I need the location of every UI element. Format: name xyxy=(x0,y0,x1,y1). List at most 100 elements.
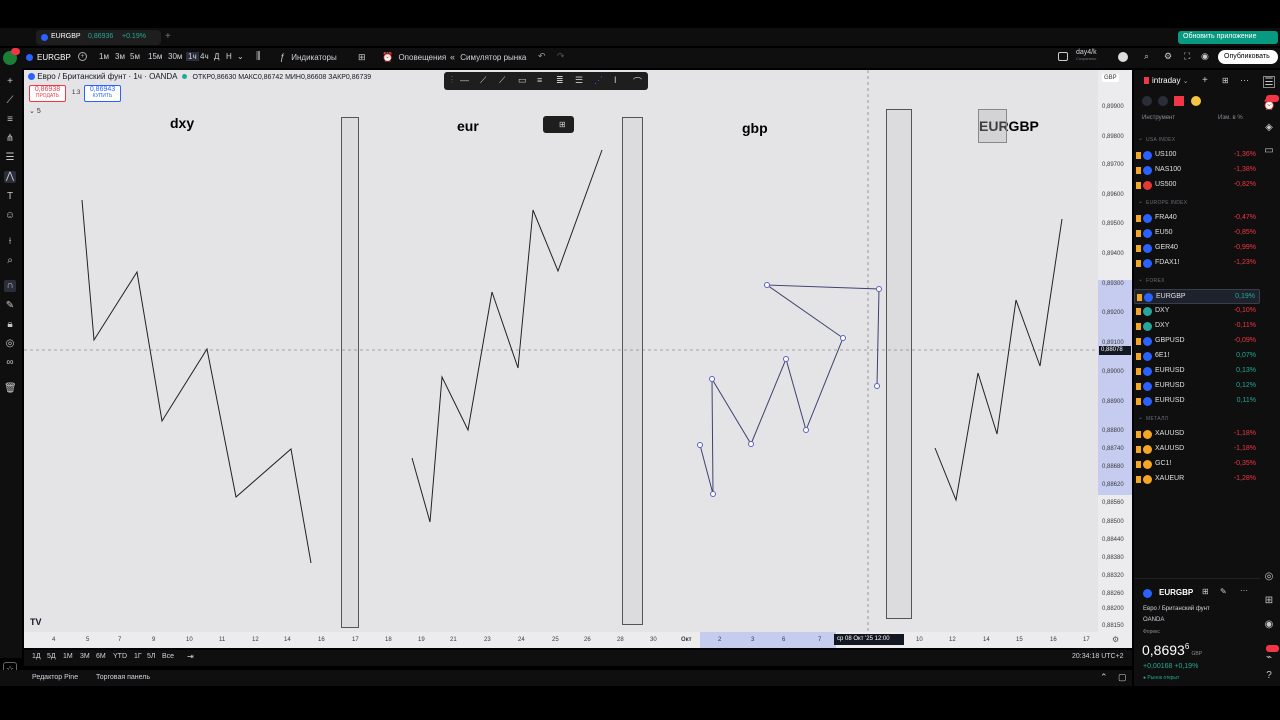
goto-date-icon[interactable]: ⇥ xyxy=(187,652,194,661)
watchlist-row[interactable]: GC1! -0,35% xyxy=(1134,457,1260,472)
bookmark-flag-icon[interactable] xyxy=(1137,294,1142,301)
watchlist-icon[interactable]: ☰ xyxy=(1263,76,1275,88)
watchlist-selector[interactable]: intraday ⌄ xyxy=(1152,76,1189,85)
bookmark-flag-icon[interactable] xyxy=(1136,353,1141,360)
watchlist-row[interactable]: XAUUSD -1,18% xyxy=(1134,442,1260,457)
bookmark-flag-icon[interactable] xyxy=(1136,182,1141,189)
bookmark-flag-icon[interactable] xyxy=(1136,167,1141,174)
watchlist-row[interactable]: XAUEUR -1,28% xyxy=(1134,472,1260,487)
range-8[interactable]: Все xyxy=(162,653,174,660)
watchlist-row[interactable]: EU50 -0,85% xyxy=(1134,226,1260,241)
bookmark-flag-icon[interactable] xyxy=(1136,338,1141,345)
range-6[interactable]: 1Г xyxy=(134,653,142,660)
filter-s-icon[interactable] xyxy=(1142,96,1152,106)
time-tick: 17 xyxy=(1083,637,1090,643)
time-tick: 10 xyxy=(916,637,923,643)
bookmark-flag-icon[interactable] xyxy=(1136,446,1141,453)
watchlist-row[interactable]: DXY -0,11% xyxy=(1134,319,1260,334)
chevron-down-icon[interactable]: ⌄ xyxy=(1138,276,1143,283)
axis-settings-icon[interactable]: ⚙ xyxy=(1112,635,1119,644)
column-change[interactable]: Изм. в % xyxy=(1218,115,1243,121)
bookmark-flag-icon[interactable] xyxy=(1136,308,1141,315)
bookmark-flag-icon[interactable] xyxy=(1136,245,1141,252)
watchlist-row[interactable]: US500 -0,82% xyxy=(1134,178,1260,193)
bookmark-flag-icon[interactable] xyxy=(1136,431,1141,438)
trading-panel-tab[interactable]: Торговая панель xyxy=(96,674,150,681)
watchlist-change: -0,11% xyxy=(1234,322,1256,329)
range-5[interactable]: YTD xyxy=(113,653,127,660)
bookmark-flag-icon[interactable] xyxy=(1136,398,1141,405)
drawings-layer[interactable] xyxy=(0,0,1280,720)
watchlist-row[interactable]: EURGBP 0,19% xyxy=(1134,289,1260,304)
details-price-main: 0,8693 xyxy=(1142,642,1185,658)
pine-editor-tab[interactable]: Редактор Pine xyxy=(32,674,78,681)
anchor-point xyxy=(783,356,789,362)
filter-red-icon[interactable] xyxy=(1174,96,1185,106)
notifications-icon[interactable]: ⌁ xyxy=(1263,652,1275,664)
watchlist-row[interactable]: FDAX1! -1,23% xyxy=(1134,256,1260,271)
range-2[interactable]: 1М xyxy=(63,653,73,660)
range-0[interactable]: 1Д xyxy=(32,653,41,660)
watchlist-row[interactable]: US100 -1,36% xyxy=(1134,148,1260,163)
bookmark-flag-icon[interactable] xyxy=(1136,323,1141,330)
bookmark-flag-icon[interactable] xyxy=(1136,368,1141,375)
time-tick: 10 xyxy=(186,637,193,643)
watchlist-section-header[interactable]: МЕТАЛЛ xyxy=(1146,416,1168,422)
details-more-icon[interactable]: ··· xyxy=(1240,586,1248,595)
bookmark-flag-icon[interactable] xyxy=(1136,476,1141,483)
pulse-icon[interactable]: ◉ xyxy=(1263,619,1275,631)
more-options-icon[interactable]: ··· xyxy=(1240,75,1249,85)
watchlist-section-header[interactable]: EUROPE INDEX xyxy=(1146,200,1187,206)
watchlist-row[interactable]: 6E1! 0,07% xyxy=(1134,349,1260,364)
bookmark-flag-icon[interactable] xyxy=(1136,215,1141,222)
watchlist-row[interactable]: GBPUSD -0,09% xyxy=(1134,334,1260,349)
advanced-view-icon[interactable]: ⊞ xyxy=(1222,76,1229,85)
help-icon[interactable]: ? xyxy=(1263,670,1275,682)
watchlist-section-header[interactable]: FOREX xyxy=(1146,278,1165,284)
calendar-icon[interactable]: ⊞ xyxy=(1263,595,1275,607)
clock[interactable]: 20:34:18 UTC+2 xyxy=(1072,653,1124,660)
bookmark-flag-icon[interactable] xyxy=(1136,461,1141,468)
chevron-down-icon[interactable]: ⌄ xyxy=(1138,414,1143,421)
bookmark-flag-icon[interactable] xyxy=(1136,152,1141,159)
watchlist-row[interactable]: EURUSD 0,13% xyxy=(1134,364,1260,379)
watchlist-row[interactable]: XAUUSD -1,18% xyxy=(1134,427,1260,442)
details-edit-icon[interactable]: ✎ xyxy=(1220,587,1227,596)
add-symbol-watchlist-icon[interactable]: + xyxy=(1202,75,1208,86)
details-symbol[interactable]: EURGBP xyxy=(1159,588,1193,597)
watchlist-row[interactable]: EURUSD 0,12% xyxy=(1134,379,1260,394)
time-tick: 6 xyxy=(782,637,786,643)
tradingview-logo: TV xyxy=(30,617,42,627)
chevron-up-icon[interactable]: ⌃ xyxy=(1100,672,1108,683)
watchlist-row[interactable]: EURUSD 0,11% xyxy=(1134,394,1260,409)
details-grid-icon[interactable]: ⊞ xyxy=(1202,587,1209,596)
watchlist-row[interactable]: DXY -0,10% xyxy=(1134,304,1260,319)
layers-icon[interactable]: ◈ xyxy=(1263,122,1275,134)
watchlist-row[interactable]: FRA40 -0,47% xyxy=(1134,211,1260,226)
filter-f-icon[interactable] xyxy=(1158,96,1169,106)
watchlist-change: -0,99% xyxy=(1233,244,1256,251)
chevron-down-icon[interactable]: ⌄ xyxy=(1138,198,1143,205)
watchlist-row[interactable]: GER40 -0,99% xyxy=(1134,241,1260,256)
watchlist-symbol: US100 xyxy=(1155,151,1177,158)
chevron-down-icon[interactable]: ⌄ xyxy=(1138,135,1143,142)
watchlist-symbol: EU50 xyxy=(1155,229,1173,236)
time-tick: 3 xyxy=(751,637,755,643)
symbol-details: EURGBP ⊞ ✎ ··· Евро / Британский фунт OA… xyxy=(1134,578,1260,686)
range-1[interactable]: 5Д xyxy=(47,653,56,660)
time-tick: 16 xyxy=(1050,637,1057,643)
bookmark-flag-icon[interactable] xyxy=(1136,230,1141,237)
column-symbol[interactable]: Инструмент xyxy=(1142,115,1175,121)
range-4[interactable]: 6М xyxy=(96,653,106,660)
details-exchange[interactable]: OANDA xyxy=(1143,617,1164,623)
watchlist-row[interactable]: NAS100 -1,38% xyxy=(1134,163,1260,178)
chat-icon[interactable]: ▭ xyxy=(1263,145,1275,157)
bookmark-flag-icon[interactable] xyxy=(1136,260,1141,267)
range-7[interactable]: 5Л xyxy=(147,653,156,660)
bookmark-flag-icon[interactable] xyxy=(1136,383,1141,390)
watchlist-section-header[interactable]: USA INDEX xyxy=(1146,137,1175,143)
range-3[interactable]: 3М xyxy=(80,653,90,660)
filter-yellow-icon[interactable] xyxy=(1190,96,1201,106)
ideas-icon[interactable]: ◎ xyxy=(1263,571,1275,583)
maximize-icon[interactable]: ▢ xyxy=(1118,672,1127,683)
